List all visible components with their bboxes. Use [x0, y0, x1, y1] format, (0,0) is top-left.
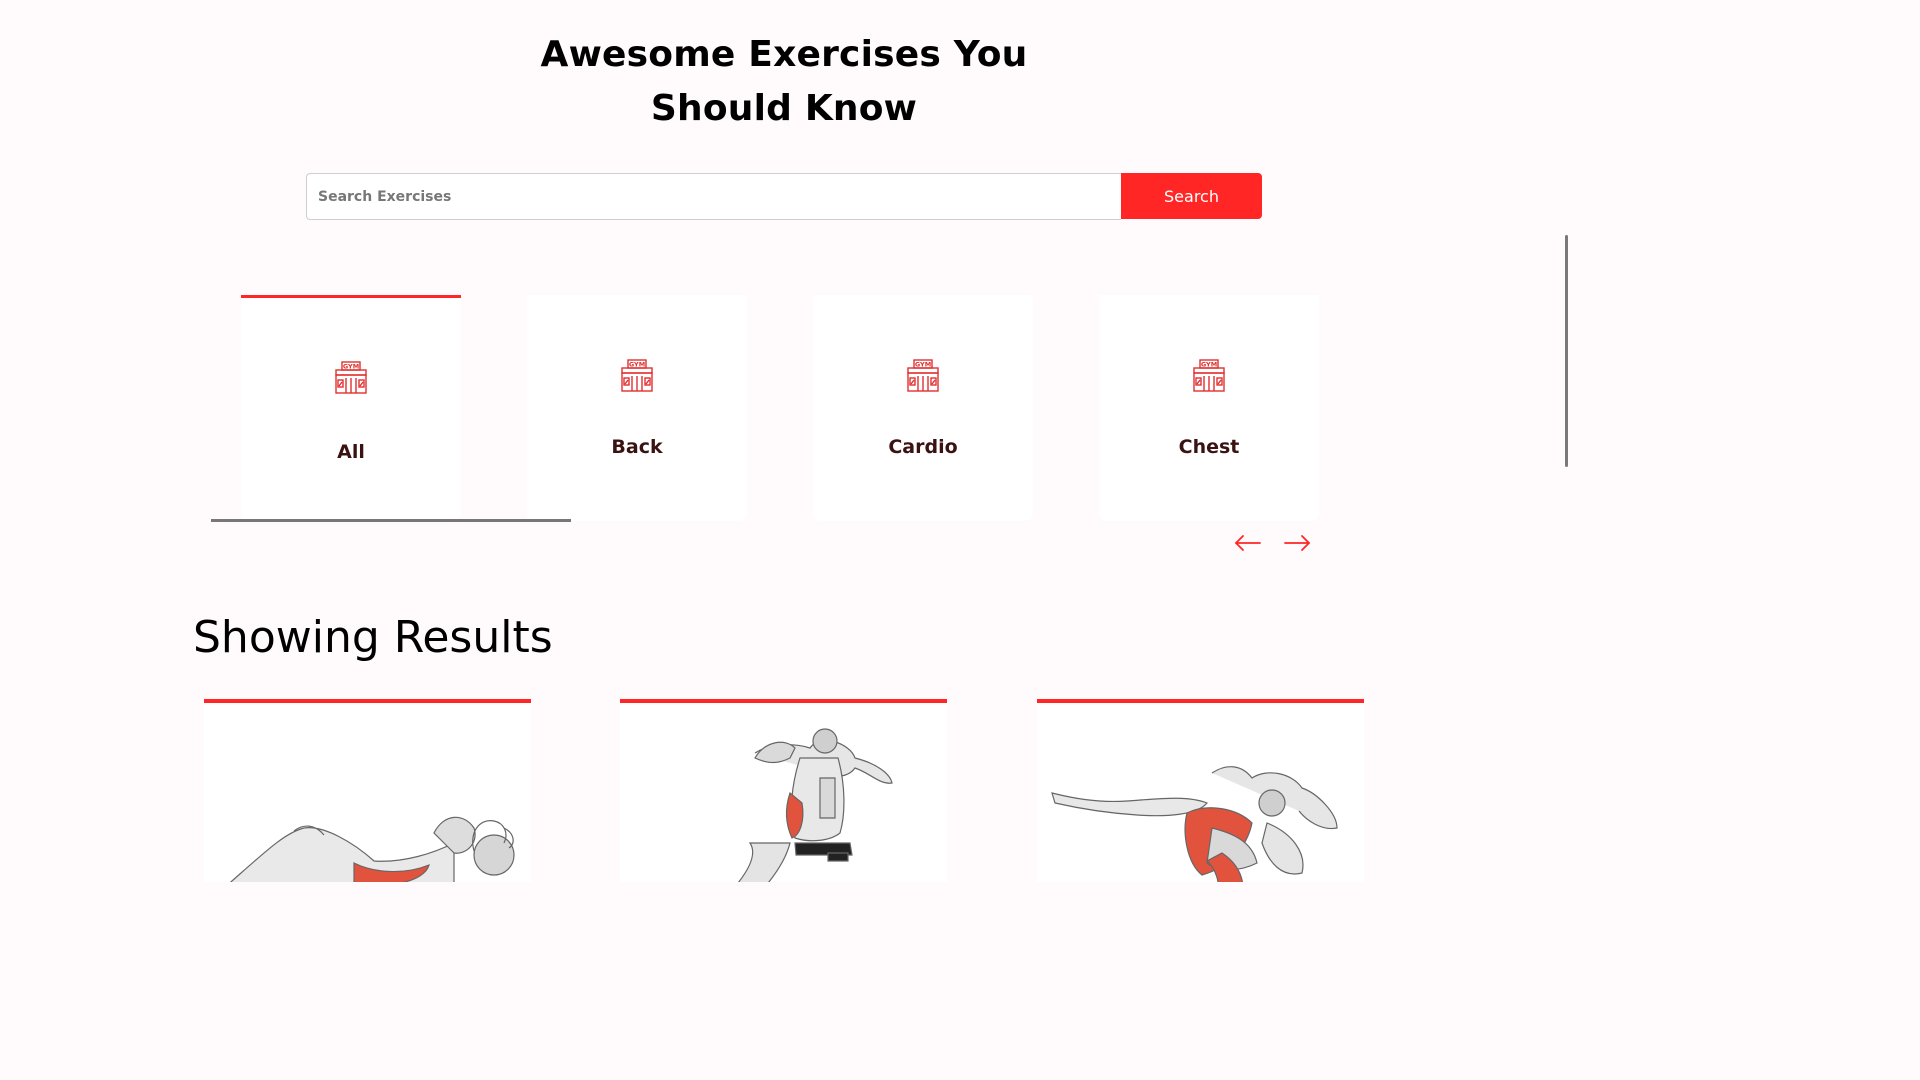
exercise-card[interactable]	[1037, 699, 1364, 882]
crunch-exercise-illustration	[229, 816, 515, 882]
category-card-all[interactable]: GYM All	[241, 295, 461, 521]
search-input[interactable]	[306, 173, 1121, 220]
left-arrow-icon[interactable]	[1233, 530, 1263, 556]
search-bar: Search	[306, 173, 1262, 220]
svg-text:GYM: GYM	[915, 361, 931, 369]
decline-sit-up-exercise-illustration	[738, 728, 893, 882]
hero-title-line-2: Should Know	[650, 88, 918, 129]
svg-text:GYM: GYM	[343, 363, 359, 371]
gym-icon: GYM	[335, 361, 367, 394]
exercise-card[interactable]	[620, 699, 947, 882]
hero-title-line-1: Awesome Exercises You	[540, 34, 1028, 75]
carousel-scroll-indicator[interactable]	[211, 519, 571, 522]
category-label: Back	[611, 436, 663, 458]
page-scrollbar[interactable]	[1565, 235, 1568, 467]
results-title: Showing Results	[193, 612, 553, 663]
gym-icon: GYM	[1193, 359, 1225, 392]
category-card-chest[interactable]: GYM Chest	[1099, 295, 1319, 521]
gym-icon: GYM	[621, 359, 653, 392]
gym-icon: GYM	[907, 359, 939, 392]
svg-text:GYM: GYM	[1201, 361, 1217, 369]
svg-text:GYM: GYM	[629, 361, 645, 369]
exercise-card[interactable]	[204, 699, 531, 882]
bicycle-crunch-exercise-illustration	[1051, 766, 1338, 882]
category-card-back[interactable]: GYM Back	[527, 295, 747, 521]
category-label: All	[337, 441, 365, 463]
category-label: Cardio	[888, 436, 958, 458]
category-card-cardio[interactable]: GYM Cardio	[813, 295, 1033, 521]
right-arrow-icon[interactable]	[1282, 530, 1312, 556]
category-label: Chest	[1178, 436, 1240, 458]
search-button[interactable]: Search	[1121, 173, 1262, 219]
page: Awesome Exercises You Should Know Search…	[0, 0, 1568, 882]
hero-title: Awesome Exercises You Should Know	[0, 28, 1568, 136]
